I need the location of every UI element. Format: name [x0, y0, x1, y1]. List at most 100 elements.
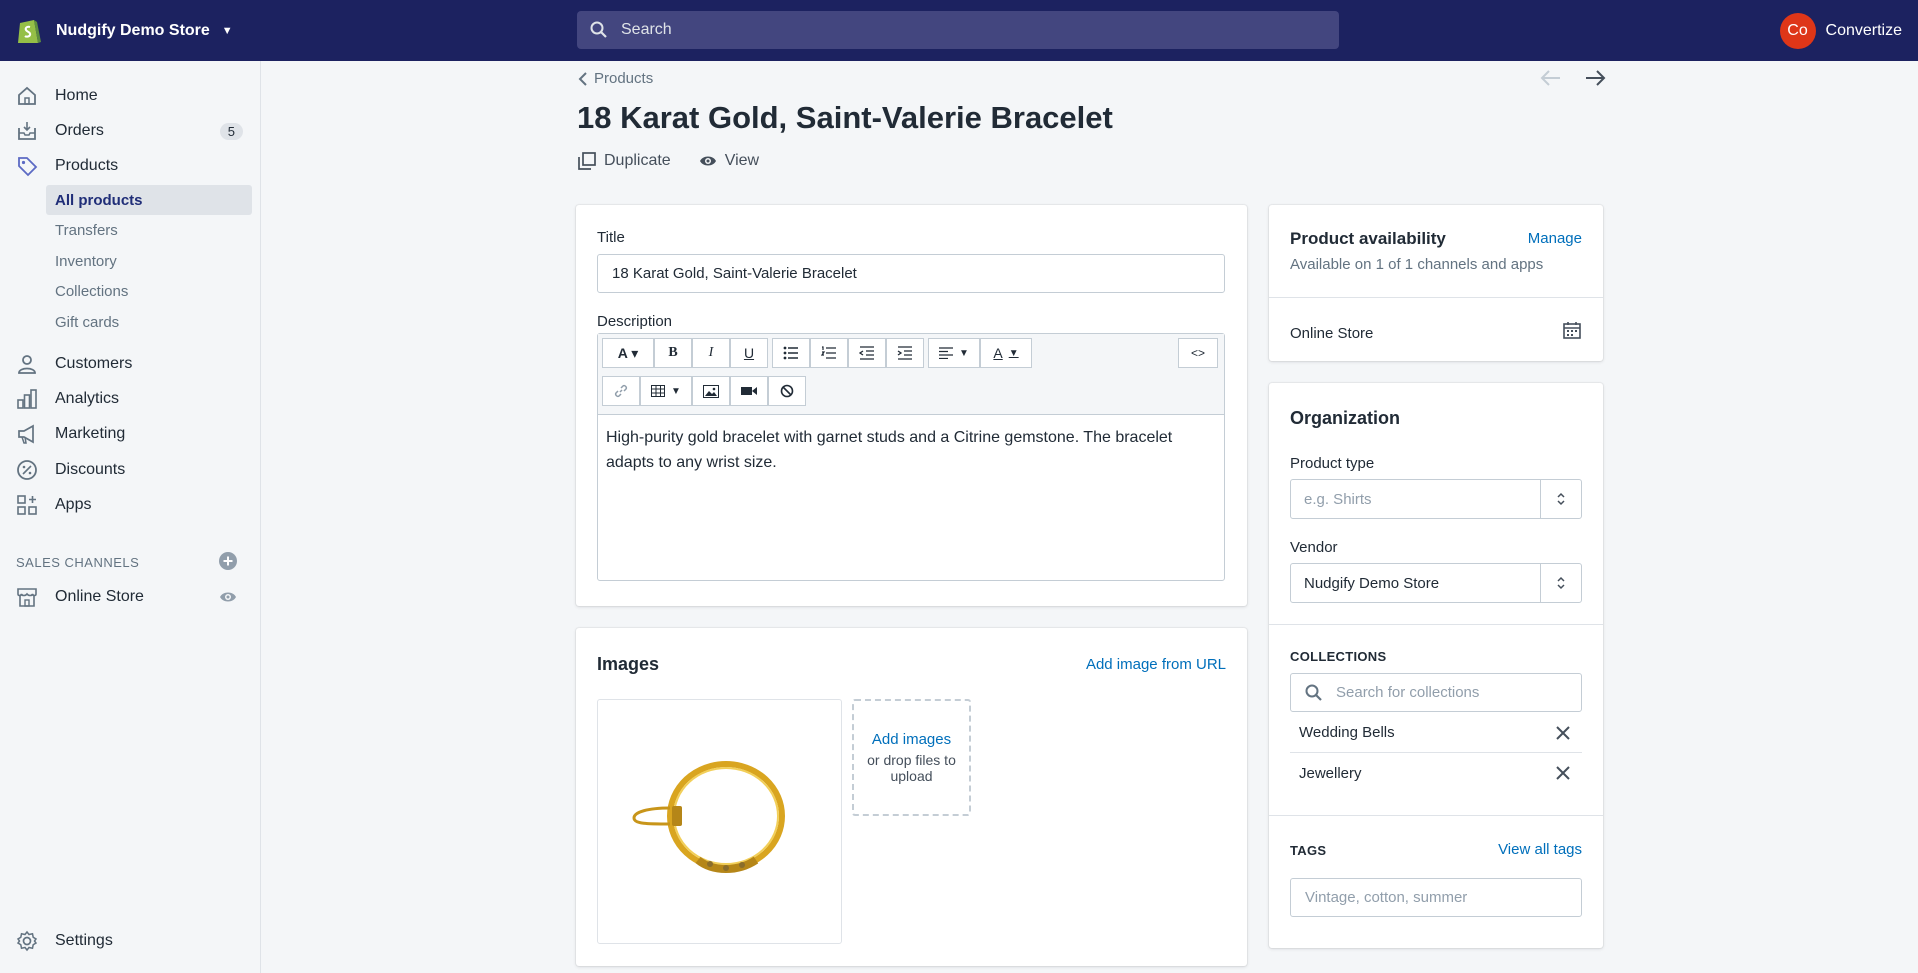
html-source-button[interactable]: <>	[1178, 338, 1218, 368]
chevron-down-icon: ▼	[671, 385, 681, 397]
numbered-list-button[interactable]	[810, 338, 848, 368]
indent-icon	[897, 346, 912, 360]
close-icon[interactable]	[1556, 725, 1570, 740]
clear-formatting-button[interactable]	[768, 376, 806, 406]
sidebar-subitem-transfers[interactable]: Transfers	[46, 215, 252, 245]
sidebar-item-discounts[interactable]: Discounts	[0, 453, 261, 487]
description-editor: A ▾ B I U ▼ A ▼ <> ▼ High-purity gold br…	[597, 333, 1225, 581]
search-icon	[1305, 684, 1322, 701]
home-icon	[18, 86, 36, 105]
add-channel-icon[interactable]	[219, 552, 237, 570]
view-button[interactable]: View	[699, 152, 759, 170]
align-button[interactable]: ▼	[928, 338, 980, 368]
underline-button[interactable]: U	[730, 338, 768, 368]
calendar-icon[interactable]	[1563, 321, 1581, 339]
font-style-button[interactable]: A ▾	[602, 338, 654, 368]
product-type-placeholder: e.g. Shirts	[1304, 490, 1372, 508]
sidebar-item-products[interactable]: Products	[0, 149, 261, 183]
image-icon	[703, 384, 719, 398]
table-button[interactable]: ▼	[640, 376, 692, 406]
user-menu[interactable]: Co Convertize	[1779, 13, 1902, 49]
discount-icon	[17, 460, 37, 480]
store-name: Nudgify Demo Store	[56, 21, 210, 39]
clear-formatting-icon	[780, 384, 794, 398]
chevron-down-icon: ▼	[1008, 347, 1019, 359]
link-button[interactable]	[602, 376, 640, 406]
title-input[interactable]: 18 Karat Gold, Saint-Valerie Bracelet	[597, 254, 1225, 293]
search-placeholder: Search	[621, 21, 672, 38]
view-all-tags-link[interactable]: View all tags	[1498, 841, 1582, 858]
product-image[interactable]	[597, 699, 842, 944]
chevron-down-icon: ▼	[959, 347, 969, 359]
megaphone-icon	[18, 424, 34, 444]
insert-image-button[interactable]	[692, 376, 730, 406]
eye-icon[interactable]	[219, 588, 237, 606]
bullet-list-button[interactable]	[772, 338, 810, 368]
divider	[1269, 624, 1603, 625]
editor-toolbar: A ▾ B I U ▼ A ▼ <> ▼	[598, 334, 1224, 415]
sidebar-item-settings[interactable]: Settings	[0, 924, 261, 958]
text-color-button[interactable]: A ▼	[980, 338, 1032, 368]
availability-heading: Product availability	[1290, 229, 1446, 248]
description-text[interactable]: High-purity gold bracelet with garnet st…	[598, 415, 1224, 485]
manage-link[interactable]: Manage	[1528, 230, 1582, 247]
collections-search-input[interactable]: Search for collections	[1290, 673, 1582, 712]
product-type-combobox[interactable]: e.g. Shirts	[1290, 479, 1582, 519]
table-icon	[651, 385, 666, 397]
description-label: Description	[597, 313, 673, 330]
vendor-dropdown-button[interactable]	[1540, 564, 1581, 602]
sidebar-item-home[interactable]: Home	[0, 79, 261, 113]
previous-arrow-icon[interactable]	[1540, 68, 1562, 88]
availability-subtext: Available on 1 of 1 channels and apps	[1290, 256, 1544, 273]
store-icon	[17, 588, 37, 607]
vendor-label: Vendor	[1290, 539, 1338, 556]
indent-button[interactable]	[886, 338, 924, 368]
collection-tag: Wedding Bells	[1290, 713, 1582, 753]
sidebar-item-marketing[interactable]: Marketing	[0, 417, 261, 451]
pagination-arrows	[1540, 68, 1606, 88]
view-label: View	[724, 152, 760, 169]
sidebar-item-label: Apps	[55, 496, 92, 513]
sidebar-item-label: Marketing	[55, 425, 126, 442]
sidebar-item-label: Online Store	[55, 588, 144, 605]
channel-online-store: Online Store	[1290, 325, 1374, 342]
duplicate-icon	[578, 152, 596, 170]
sidebar-subitem-inventory[interactable]: Inventory	[46, 246, 252, 276]
select-arrows-icon	[1557, 576, 1565, 590]
breadcrumb[interactable]: Products	[578, 70, 653, 87]
product-type-dropdown-button[interactable]	[1540, 480, 1581, 518]
add-image-from-url-link[interactable]: Add image from URL	[1086, 656, 1226, 673]
sidebar-item-online-store[interactable]: Online Store	[0, 580, 261, 614]
sidebar-subitem-collections[interactable]: Collections	[46, 276, 252, 306]
vendor-combobox[interactable]: Nudgify Demo Store	[1290, 563, 1582, 603]
image-drop-zone[interactable]: Add images or drop files to upload	[852, 699, 971, 816]
sidebar-item-analytics[interactable]: Analytics	[0, 382, 261, 416]
chevron-left-icon	[578, 71, 587, 86]
tags-input[interactable]: Vintage, cotton, summer	[1290, 878, 1582, 917]
close-icon[interactable]	[1556, 766, 1570, 780]
sales-channels-header: SALES CHANNELS	[16, 555, 140, 570]
outdent-button[interactable]	[848, 338, 886, 368]
top-bar: Nudgify Demo Store ▼ Search Co Convertiz…	[0, 0, 1918, 61]
page-title: 18 Karat Gold, Saint-Valerie Bracelet	[577, 100, 1113, 135]
shopify-logo-icon	[18, 19, 41, 43]
search-input[interactable]: Search	[577, 11, 1339, 49]
collection-name: Jewellery	[1299, 764, 1362, 782]
duplicate-button[interactable]: Duplicate	[578, 152, 671, 170]
add-images-link[interactable]: Add images	[872, 731, 951, 748]
next-arrow-icon[interactable]	[1584, 68, 1606, 88]
store-switcher[interactable]: Nudgify Demo Store ▼	[0, 16, 560, 46]
insert-video-button[interactable]	[730, 376, 768, 406]
align-left-icon	[939, 347, 954, 359]
italic-button[interactable]: I	[692, 338, 730, 368]
sidebar-item-customers[interactable]: Customers	[0, 347, 261, 381]
sidebar-item-orders[interactable]: Orders 5	[0, 114, 261, 148]
product-details-card: Title 18 Karat Gold, Saint-Valerie Brace…	[576, 205, 1247, 606]
organization-card: Organization Product type e.g. Shirts Ve…	[1269, 383, 1603, 948]
sidebar-subitem-all-products[interactable]: All products	[46, 185, 252, 215]
avatar: Co	[1779, 13, 1816, 49]
link-icon	[614, 384, 628, 398]
sidebar-subitem-gift-cards[interactable]: Gift cards	[46, 307, 252, 337]
bold-button[interactable]: B	[654, 338, 692, 368]
sidebar-item-apps[interactable]: Apps	[0, 488, 261, 522]
